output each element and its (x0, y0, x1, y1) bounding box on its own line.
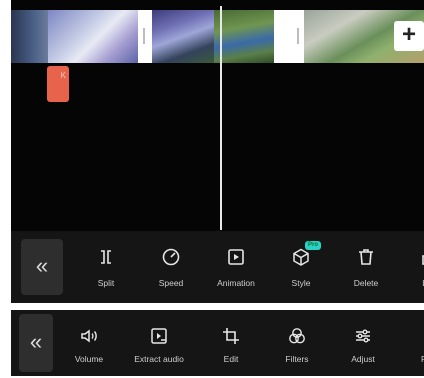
tool-label: Lo (395, 278, 424, 288)
volume-button[interactable]: Volume (57, 326, 121, 364)
speed-button[interactable]: Speed (139, 247, 203, 288)
audio-edit-toolbar: « Volume Extract audio Edit Filters Adju… (11, 310, 424, 376)
add-clip-button[interactable]: + (394, 21, 424, 51)
panel-divider (0, 303, 424, 310)
adjust-button[interactable]: Adjust (331, 326, 395, 364)
collapse-toolbar-button[interactable]: « (19, 314, 53, 372)
tool-label: Extract audio (134, 354, 184, 364)
tool-label: Animation (217, 278, 255, 288)
crop-icon (199, 326, 263, 348)
video-clip-thumbnail[interactable] (11, 10, 48, 63)
video-track[interactable] (11, 10, 424, 63)
clip-trim-handle-left[interactable] (143, 28, 145, 44)
collapse-toolbar-button[interactable]: « (21, 239, 63, 295)
tool-label: Speed (158, 278, 184, 288)
split-icon (74, 247, 138, 269)
volume-icon (57, 326, 121, 348)
lock-icon (395, 247, 424, 269)
animation-icon (204, 247, 268, 269)
speed-icon (139, 247, 203, 269)
text-clip-label: K (60, 71, 66, 80)
delete-button[interactable]: Delete (334, 247, 398, 288)
format-icon (394, 326, 424, 348)
video-clip-thumbnail[interactable] (48, 10, 138, 63)
tool-label: Edit (223, 354, 239, 364)
clip-edit-toolbar: « Split Speed Animation Pro Style Delete (11, 231, 424, 303)
tool-label: Delete (353, 278, 379, 288)
extract-audio-button[interactable]: Extract audio (127, 326, 191, 364)
split-button[interactable]: Split (74, 247, 138, 288)
trash-icon (334, 247, 398, 269)
video-clip-frame (214, 10, 274, 63)
extract-audio-icon (127, 326, 191, 348)
text-track-clip[interactable]: K (47, 66, 69, 102)
format-button[interactable]: Fo (394, 326, 424, 364)
video-clip-frame (152, 10, 214, 63)
clip-trim-handle-right[interactable] (297, 28, 299, 44)
tool-label: Filters (285, 354, 309, 364)
tool-label: Fo (421, 354, 424, 364)
animation-button[interactable]: Animation (204, 247, 268, 288)
timeline-area[interactable]: + K (11, 0, 424, 232)
pro-badge: Pro (305, 241, 322, 250)
tool-label: Volume (74, 354, 104, 364)
lock-button[interactable]: Lo (395, 247, 424, 288)
edit-button[interactable]: Edit (199, 326, 263, 364)
filters-button[interactable]: Filters (265, 326, 329, 364)
tool-label: Split (97, 278, 115, 288)
tool-label: Adjust (351, 354, 375, 364)
plus-icon: + (401, 21, 416, 48)
filters-icon (265, 326, 329, 348)
cube-icon: Pro (269, 241, 333, 269)
sliders-icon (331, 326, 395, 348)
tool-label: Style (291, 278, 311, 288)
playhead[interactable] (220, 6, 222, 230)
double-chevron-left-icon: « (29, 329, 43, 354)
style-button[interactable]: Pro Style (269, 241, 333, 288)
double-chevron-left-icon: « (35, 253, 49, 278)
